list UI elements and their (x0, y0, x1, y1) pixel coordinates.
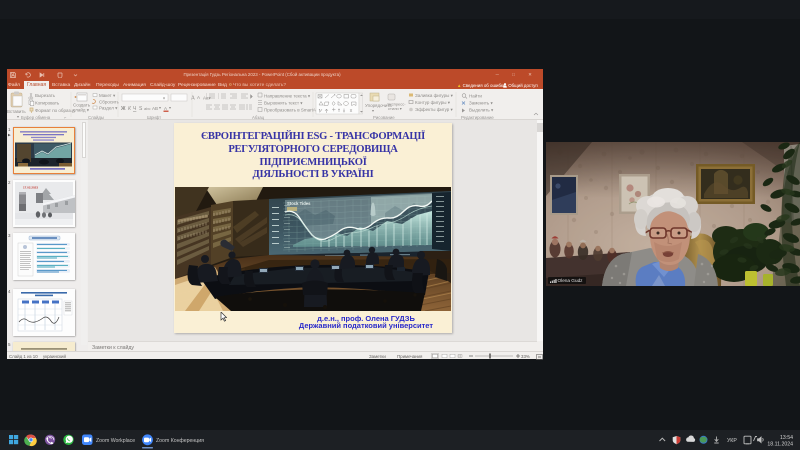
svg-text:Контур фигуры ▾: Контур фигуры ▾ (415, 100, 451, 105)
svg-text:▾: ▾ (169, 105, 171, 110)
svg-text:Ж: Ж (120, 106, 126, 112)
svg-text:▾: ▾ (163, 96, 165, 101)
svg-text:Выделить ▾: Выделить ▾ (469, 108, 494, 113)
svg-text:▾: ▾ (17, 114, 19, 119)
svg-text:17.02.2023: 17.02.2023 (23, 186, 38, 190)
svg-text:слайд ▾: слайд ▾ (73, 107, 90, 113)
svg-text:Найти: Найти (469, 93, 482, 99)
svg-text:Заменить ▾: Заменить ▾ (469, 101, 493, 106)
svg-text:стили ▾: стили ▾ (388, 106, 402, 111)
svg-text:Выровнять текст ▾: Выровнять текст ▾ (264, 101, 303, 106)
svg-text:Макет ▾: Макет ▾ (99, 93, 116, 98)
svg-text:Zoom Workplace: Zoom Workplace (96, 438, 135, 444)
svg-text:Раздел ▾: Раздел ▾ (99, 106, 118, 111)
svg-text:К: К (128, 106, 132, 112)
svg-text:abc: abc (144, 106, 150, 111)
svg-text:Формат по образцу: Формат по образцу (35, 108, 76, 113)
svg-text:Эффекты фигур ▾: Эффекты фигур ▾ (415, 107, 454, 112)
svg-text:Zoom Конференция: Zoom Конференция (156, 438, 204, 444)
svg-text:УКР: УКР (727, 438, 737, 444)
svg-text:S: S (139, 106, 143, 112)
svg-text:А: А (191, 96, 195, 102)
svg-text:Направление текста ▾: Направление текста ▾ (264, 94, 311, 99)
svg-text:Заливка фигуры ▾: Заливка фигуры ▾ (415, 93, 454, 98)
svg-text:АВ: АВ (152, 106, 158, 111)
svg-text:▾: ▾ (372, 108, 374, 113)
svg-text:18.11.2024: 18.11.2024 (767, 441, 793, 447)
svg-text:Сбросить: Сбросить (99, 100, 120, 105)
svg-text:Преобразовать в SmartArt ▾: Преобразовать в SmartArt ▾ (264, 108, 323, 113)
svg-text:Ч: Ч (133, 106, 136, 112)
svg-text:13:54: 13:54 (780, 435, 793, 441)
svg-text:А: А (164, 106, 167, 111)
svg-text:А: А (197, 95, 200, 100)
svg-text:Копировать: Копировать (35, 101, 60, 106)
svg-text:▾: ▾ (159, 105, 161, 110)
svg-text:Вырезать: Вырезать (35, 93, 56, 98)
svg-text:Stock Tides: Stock Tides (287, 201, 311, 206)
